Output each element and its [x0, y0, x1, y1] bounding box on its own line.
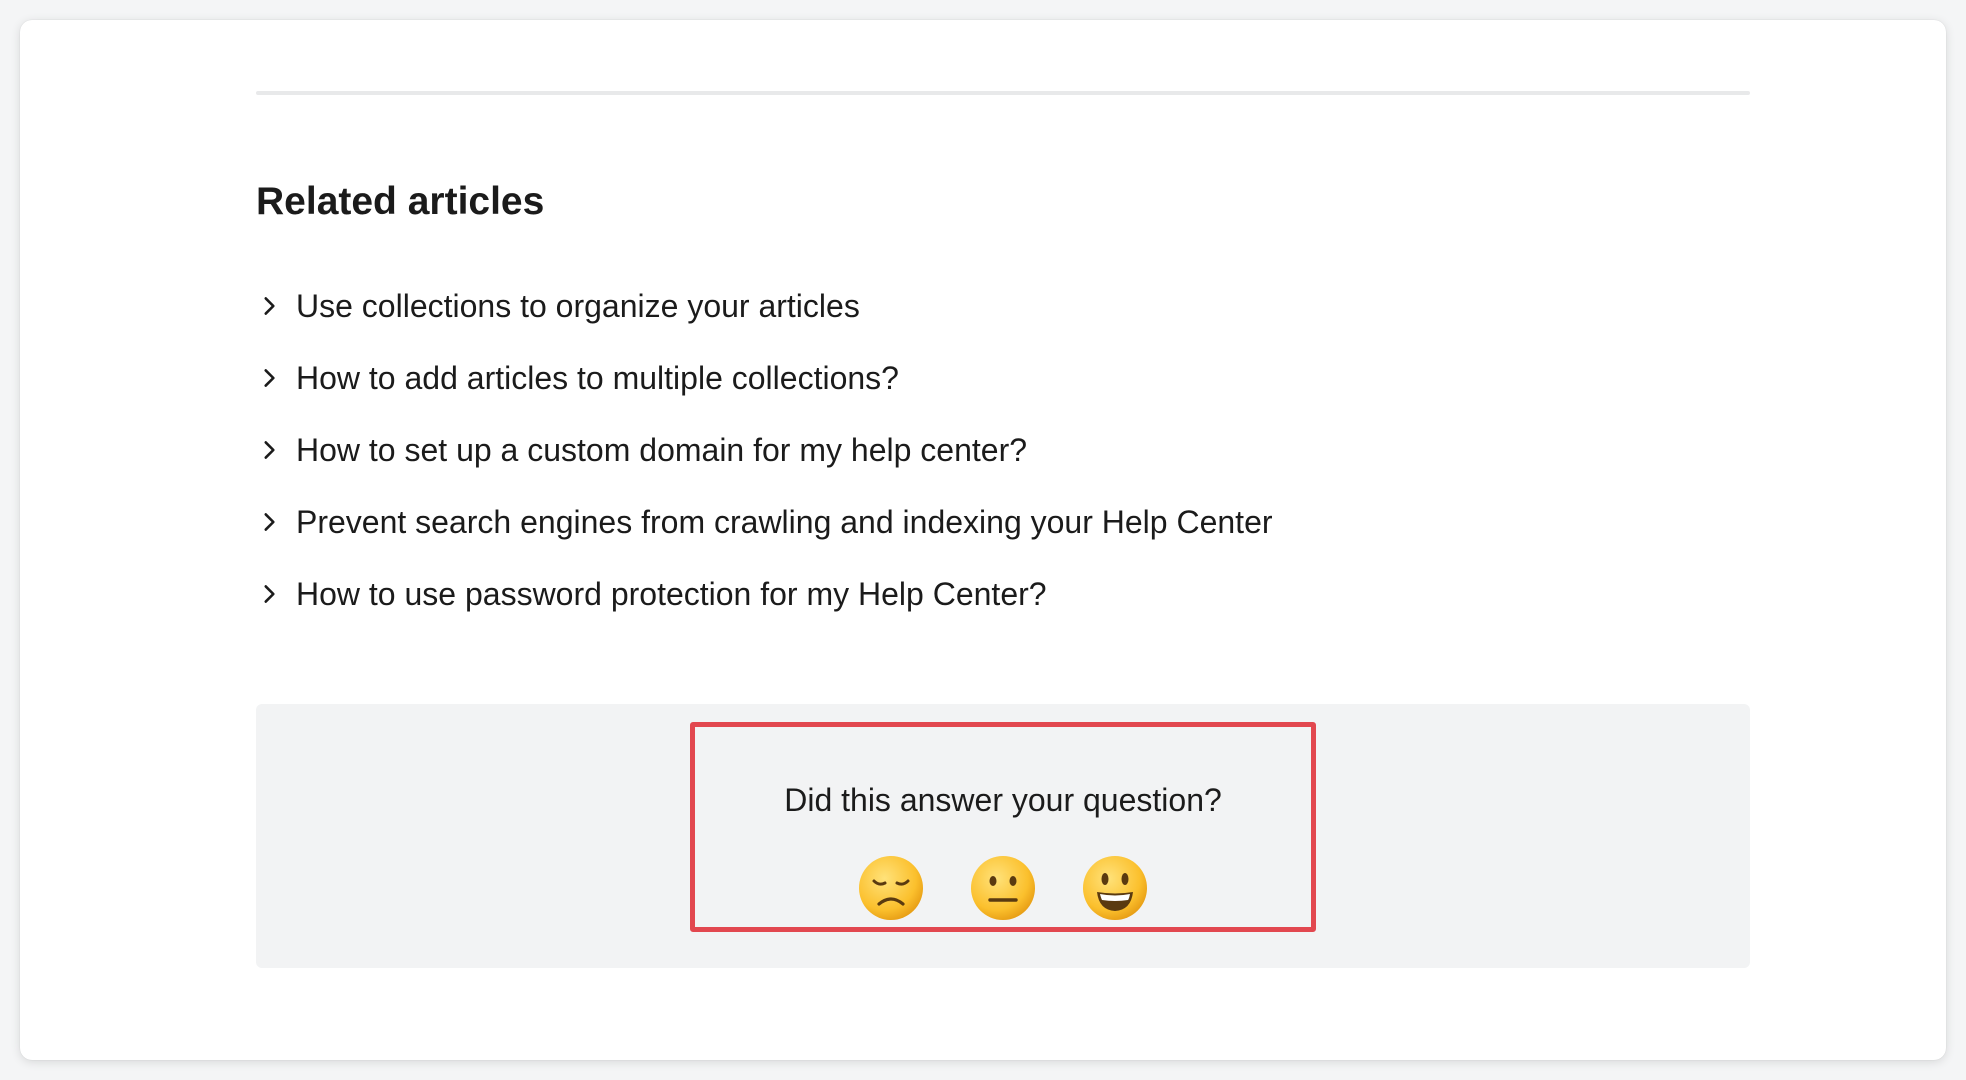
related-articles-title: Related articles: [256, 180, 545, 223]
neutral-reaction-button[interactable]: [969, 854, 1037, 922]
related-article-link[interactable]: How to add articles to multiple collecti…: [256, 342, 1273, 414]
related-article-label[interactable]: How to use password protection for my He…: [296, 576, 1047, 613]
related-article-link[interactable]: Prevent search engines from crawling and…: [256, 486, 1273, 558]
reaction-buttons: [690, 854, 1316, 922]
related-article-link[interactable]: How to use password protection for my He…: [256, 558, 1273, 630]
related-article-link[interactable]: How to set up a custom domain for my hel…: [256, 414, 1273, 486]
chevron-right-icon: [256, 574, 296, 614]
chevron-right-icon: [256, 358, 296, 398]
chevron-right-icon: [256, 430, 296, 470]
chevron-right-icon: [256, 286, 296, 326]
smiley-reaction-button[interactable]: [1081, 854, 1149, 922]
related-article-label[interactable]: How to add articles to multiple collecti…: [296, 360, 899, 397]
feedback-question: Did this answer your question?: [784, 782, 1222, 818]
disappointed-reaction-button[interactable]: [857, 854, 925, 922]
section-divider: [256, 91, 1750, 95]
related-article-link[interactable]: Use collections to organize your article…: [256, 270, 1273, 342]
disappointed-face-icon: [859, 856, 923, 920]
related-article-label[interactable]: Use collections to organize your article…: [296, 288, 860, 325]
related-articles-list: Use collections to organize your article…: [256, 270, 1273, 630]
related-article-label[interactable]: Prevent search engines from crawling and…: [296, 504, 1273, 541]
chevron-right-icon: [256, 502, 296, 542]
article-page-card: Related articles Use collections to orga…: [20, 20, 1946, 1060]
smiley-face-icon: [1083, 856, 1147, 920]
related-article-label[interactable]: How to set up a custom domain for my hel…: [296, 432, 1027, 469]
neutral-face-icon: [971, 856, 1035, 920]
